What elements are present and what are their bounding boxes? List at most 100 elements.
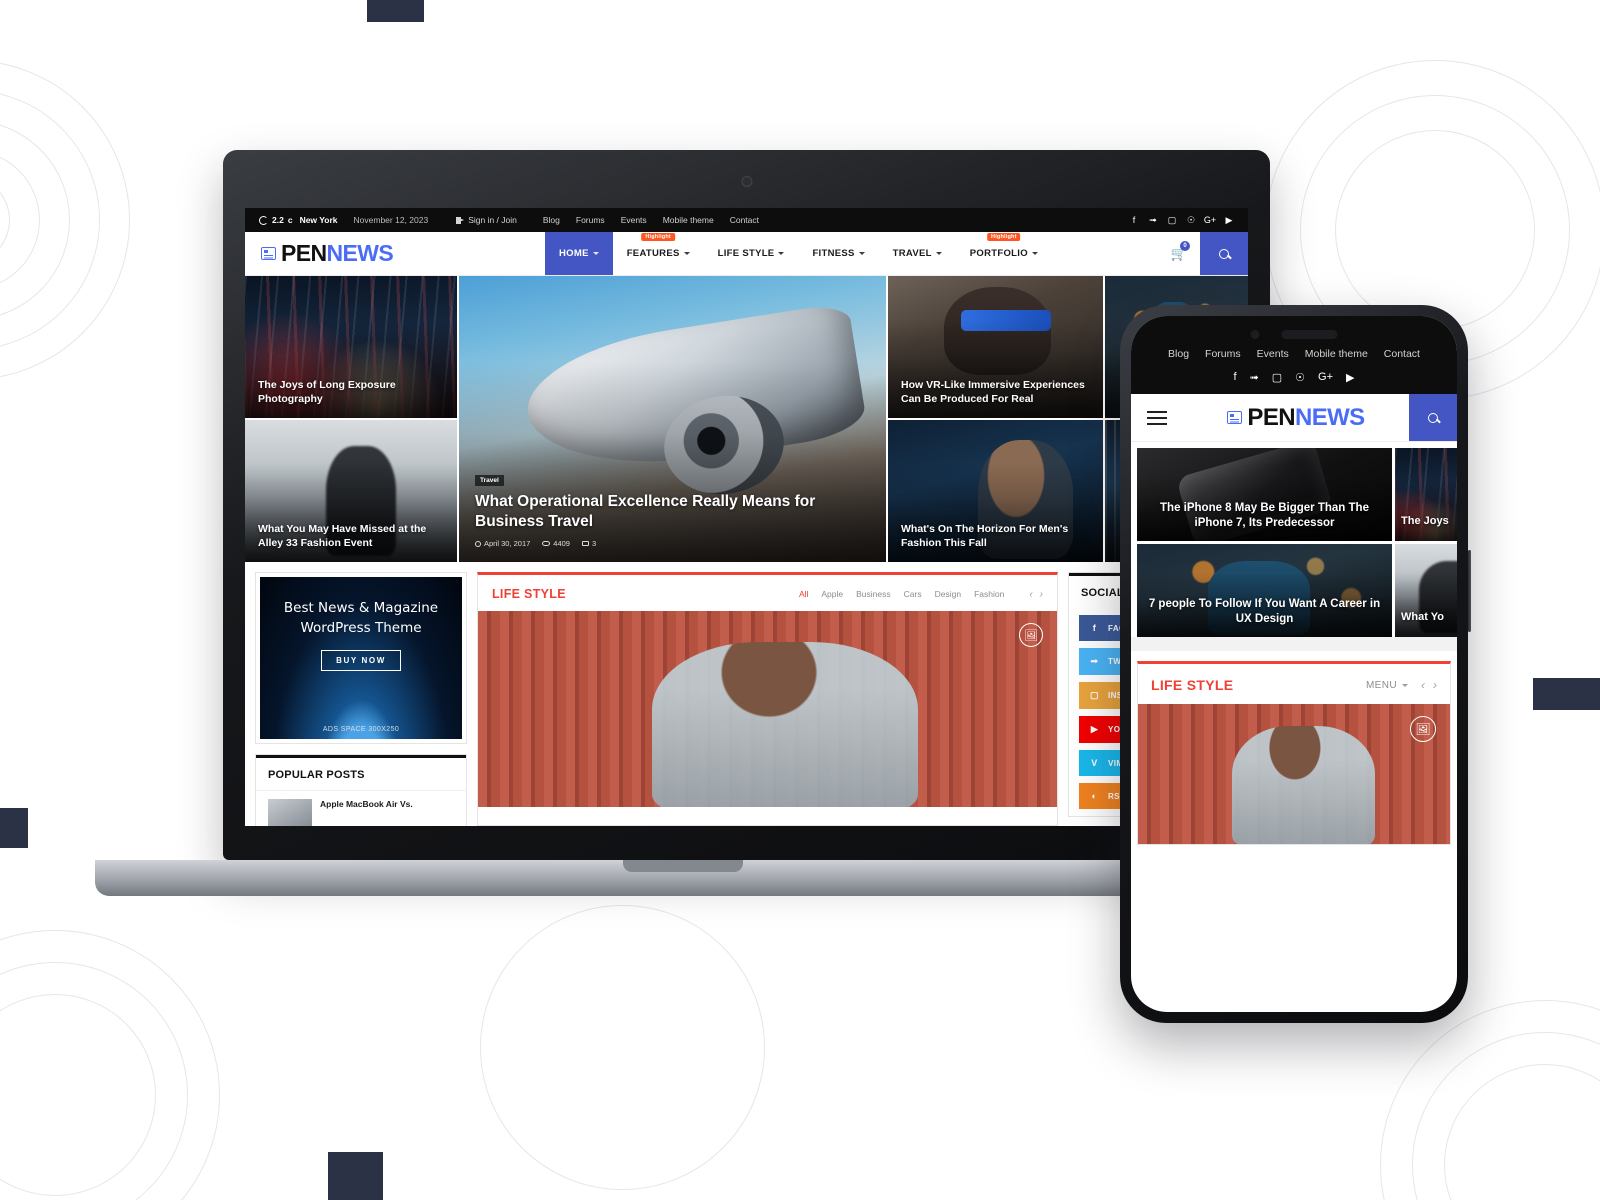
mobile-link-blog[interactable]: Blog	[1168, 348, 1189, 360]
twitter-icon[interactable]: ➟	[1148, 215, 1158, 226]
hero-card-alley-33[interactable]: What You May Have Missed at the Alley 33…	[245, 420, 457, 562]
left-sidebar: Best News & Magazine WordPress Theme BUY…	[255, 572, 467, 826]
next-arrow-icon[interactable]: ›	[1433, 678, 1437, 692]
hero-meta-date: April 30, 2017	[475, 539, 530, 548]
prev-arrow-icon[interactable]: ‹	[1421, 678, 1425, 692]
main-navigation: HOME Highlight FEATURES LIFE STYLE FITNE…	[545, 232, 1158, 275]
filter-business[interactable]: Business	[856, 589, 891, 599]
mobile-search-button[interactable]	[1409, 394, 1457, 441]
topbar-link-forums[interactable]: Forums	[576, 215, 605, 225]
desktop-header: PENNEWS HOME Highlight FEATURES LIFE STY…	[245, 232, 1248, 276]
nav-item-portfolio[interactable]: Highlight PORTFOLIO	[956, 232, 1052, 275]
nav-item-fitness[interactable]: FITNESS	[798, 232, 878, 275]
popular-posts-widget: POPULAR POSTS Apple MacBook Air Vs.	[255, 754, 467, 826]
mobile-lifestyle-featured-image[interactable]: 🖼	[1138, 704, 1450, 844]
weather-unit: c	[287, 215, 293, 225]
mobile-site-logo[interactable]: PENNEWS	[1183, 405, 1409, 430]
decor-square	[0, 808, 28, 848]
topbar-link-mobile-theme[interactable]: Mobile theme	[663, 215, 714, 225]
laptop-camera	[741, 176, 752, 187]
chevron-down-icon	[858, 252, 865, 255]
nav-item-home[interactable]: HOME	[545, 232, 613, 275]
mobile-hero-card-side-bottom[interactable]: What Yo	[1395, 544, 1457, 637]
content-row: Best News & Magazine WordPress Theme BUY…	[245, 562, 1248, 826]
signin-link[interactable]: Sign in / Join	[456, 215, 517, 225]
youtube-icon[interactable]: ▶	[1224, 215, 1234, 226]
phone-power-button	[1468, 550, 1471, 632]
lifestyle-filters: All Apple Business Cars Design Fashion ‹…	[799, 589, 1043, 600]
chevron-down-icon	[592, 252, 599, 255]
topbar-link-events[interactable]: Events	[621, 215, 647, 225]
instagram-icon[interactable]: ▢	[1167, 215, 1177, 226]
topbar-social-icons: f ➟ ▢ ☉ G+ ▶	[1129, 215, 1234, 226]
hero-card-long-exposure[interactable]: The Joys of Long Exposure Photography	[245, 276, 457, 418]
hero-card-mens-fashion[interactable]: What's On The Horizon For Men's Fashion …	[888, 420, 1103, 562]
vimeo-icon: V	[1091, 758, 1098, 768]
topbar-link-blog[interactable]: Blog	[543, 215, 560, 225]
desktop-site: 2.2 c New York November 12, 2023 Sign in…	[245, 208, 1248, 826]
post-thumbnail	[268, 799, 312, 826]
twitter-icon: ➟	[1090, 656, 1099, 666]
chevron-down-icon	[935, 252, 942, 255]
nav-item-life-style[interactable]: LIFE STYLE	[704, 232, 799, 275]
hamburger-menu-icon[interactable]	[1131, 410, 1183, 425]
mobile-hero-card-iphone8[interactable]: The iPhone 8 May Be Bigger Than The iPho…	[1137, 448, 1392, 541]
site-logo[interactable]: PENNEWS	[245, 232, 545, 275]
hero-category-badge[interactable]: Travel	[475, 474, 504, 486]
list-item[interactable]: Apple MacBook Air Vs.	[256, 790, 466, 826]
hero-meta: April 30, 2017 4409 3	[475, 539, 846, 548]
mobile-hero-card-ux-design[interactable]: 7 people To Follow If You Want A Career …	[1137, 544, 1392, 637]
google-plus-icon[interactable]: G+	[1318, 371, 1333, 384]
nav-item-travel[interactable]: TRAVEL	[879, 232, 956, 275]
instagram-icon[interactable]: ▢	[1272, 371, 1282, 384]
nav-badge-features: Highlight	[641, 233, 675, 241]
nav-item-features[interactable]: Highlight FEATURES	[613, 232, 704, 275]
lifestyle-title: LIFE STYLE	[492, 587, 566, 601]
mobile-link-contact[interactable]: Contact	[1384, 348, 1420, 360]
filter-cars[interactable]: Cars	[904, 589, 922, 599]
topbar-links: Blog Forums Events Mobile theme Contact	[543, 215, 759, 225]
pinterest-icon[interactable]: ☉	[1186, 215, 1196, 226]
mobile-link-forums[interactable]: Forums	[1205, 348, 1241, 360]
mobile-hero-title-side-top: The Joys	[1401, 515, 1449, 528]
mobile-link-events[interactable]: Events	[1257, 348, 1289, 360]
google-plus-icon[interactable]: G+	[1204, 215, 1216, 225]
facebook-icon[interactable]: f	[1233, 371, 1236, 384]
search-button[interactable]	[1200, 232, 1248, 275]
youtube-icon[interactable]: ▶	[1346, 371, 1354, 384]
hero-card-main[interactable]: Travel What Operational Excellence Reall…	[459, 276, 886, 562]
filter-design[interactable]: Design	[935, 589, 961, 599]
gallery-icon: 🖼	[1410, 716, 1436, 742]
cart-count-badge: 0	[1180, 241, 1190, 251]
filter-fashion[interactable]: Fashion	[974, 589, 1004, 599]
mobile-lifestyle-header: LIFE STYLE MENU ‹ ›	[1138, 664, 1450, 704]
mobile-hero-title-iphone8: The iPhone 8 May Be Bigger Than The iPho…	[1160, 501, 1369, 529]
desktop-topbar: 2.2 c New York November 12, 2023 Sign in…	[245, 208, 1248, 232]
lifestyle-section: LIFE STYLE All Apple Business Cars Desig…	[477, 572, 1058, 826]
lifestyle-featured-image[interactable]: 🖼	[478, 611, 1057, 807]
logo-text-news: NEWS	[326, 240, 394, 266]
mobile-hero-card-side-top[interactable]: The Joys	[1395, 448, 1457, 541]
weather-widget: 2.2 c New York	[259, 215, 338, 225]
filter-all[interactable]: All	[799, 589, 808, 599]
mobile-link-mobile-theme[interactable]: Mobile theme	[1305, 348, 1368, 360]
phone-dynamic-island	[1250, 330, 1338, 339]
facebook-icon[interactable]: f	[1129, 215, 1139, 225]
hero-card-vr[interactable]: How VR-Like Immersive Experiences Can Be…	[888, 276, 1103, 418]
mobile-lifestyle-menu-dropdown[interactable]: MENU	[1366, 680, 1408, 691]
hero-title-alley-33: What You May Have Missed at the Alley 33…	[258, 522, 427, 549]
pinterest-icon[interactable]: ☉	[1295, 371, 1305, 384]
chevron-down-icon	[778, 252, 785, 255]
buy-now-button[interactable]: BUY NOW	[321, 650, 401, 672]
cart-button[interactable]: 🛒 0	[1158, 232, 1200, 275]
nav-label-fitness: FITNESS	[812, 248, 855, 259]
ad-banner[interactable]: Best News & Magazine WordPress Theme BUY…	[255, 572, 467, 744]
next-arrow-icon[interactable]: ›	[1040, 589, 1043, 600]
filter-apple[interactable]: Apple	[821, 589, 843, 599]
weather-temperature: 2.2	[272, 215, 284, 225]
search-icon	[1219, 248, 1229, 259]
prev-arrow-icon[interactable]: ‹	[1029, 589, 1032, 600]
topbar-link-contact[interactable]: Contact	[730, 215, 759, 225]
twitter-icon[interactable]: ➟	[1250, 371, 1259, 384]
newspaper-icon	[1227, 411, 1243, 424]
